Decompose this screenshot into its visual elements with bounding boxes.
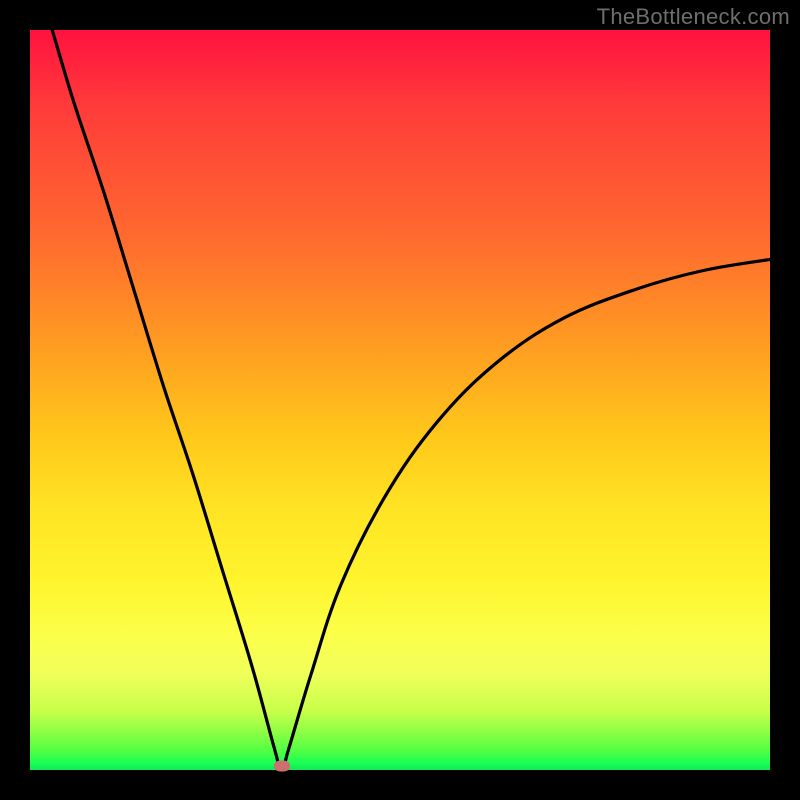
plot-area (30, 30, 770, 770)
optimal-point-marker (274, 761, 290, 772)
chart-frame: TheBottleneck.com (0, 0, 800, 800)
bottleneck-curve (30, 30, 770, 770)
watermark-text: TheBottleneck.com (597, 4, 790, 30)
